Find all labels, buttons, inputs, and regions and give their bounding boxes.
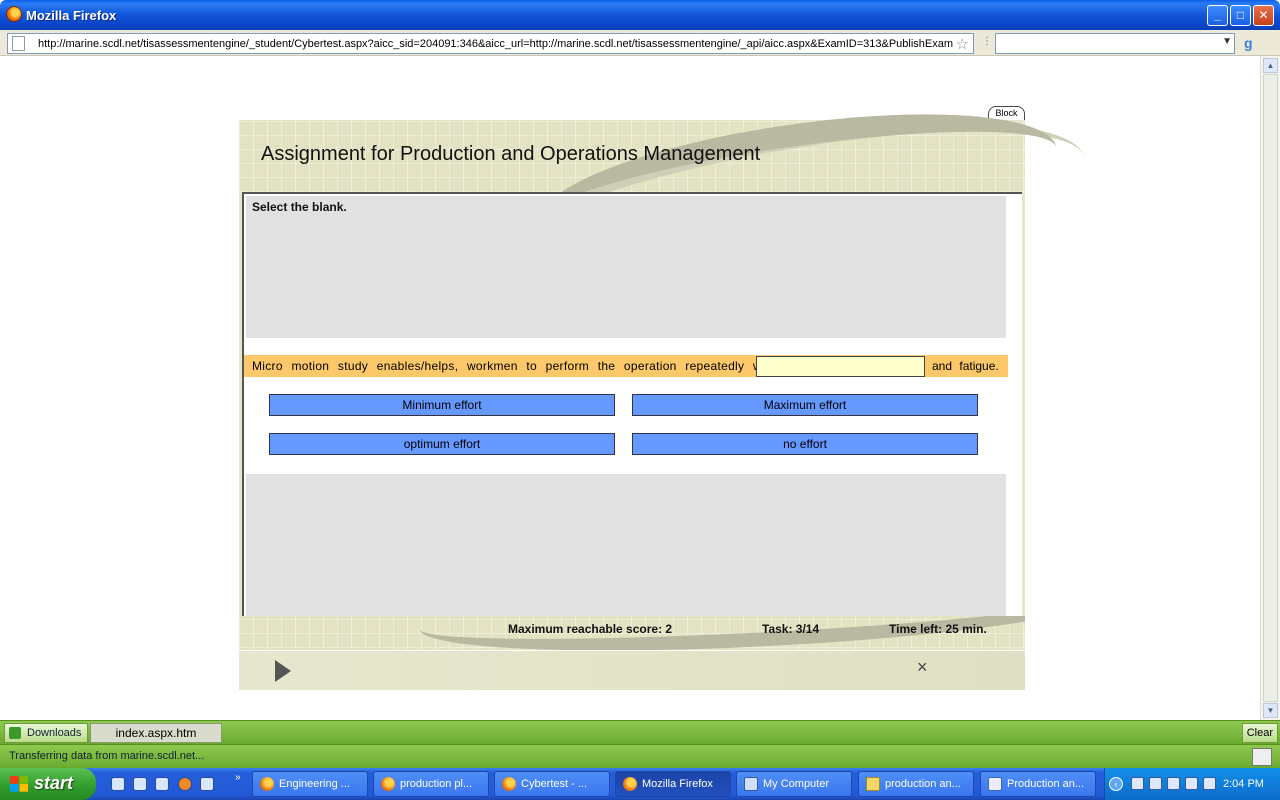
quicklaunch-more-icon[interactable]: » [235,772,241,783]
status-text: Transferring data from marine.scdl.net..… [9,750,205,762]
downloads-label: Downloads [27,727,82,739]
task-production-doc[interactable]: Production an... [980,771,1096,797]
maximize-button[interactable]: □ [1230,5,1251,26]
firefox-icon [502,777,516,791]
question-sentence: Micro motion study enables/helps, workme… [244,355,1008,377]
task-label: production an... [885,778,961,790]
exam-header: Assignment for Production and Operations… [239,88,1097,332]
question-area: Select the blank. Micro motion study ena… [242,192,1022,616]
window-title: Mozilla Firefox [26,8,117,23]
firefox-icon [6,6,22,22]
answer-feedback-box [246,474,1006,616]
start-label: start [34,773,74,793]
play-next-icon[interactable] [275,660,291,682]
task-label: production pl... [400,778,473,790]
vertical-scrollbar[interactable]: ▲ ▼ [1260,56,1280,720]
start-button[interactable]: start [0,768,96,800]
quicklaunch-browser-icon[interactable] [200,777,214,791]
quicklaunch-app-icon[interactable] [133,777,147,791]
close-window-button[interactable]: ✕ [1253,5,1274,26]
network-icon[interactable] [1131,777,1144,790]
task-label: Cybertest - ... [521,778,588,790]
url-bar[interactable]: http://marine.scdl.net/tisassessmentengi… [7,33,974,54]
search-input[interactable]: ▼ [995,33,1235,54]
exam-control-bar: × [239,650,1025,690]
question-text-after: and fatigue. [932,359,999,373]
downloads-bar: Downloads index.aspx.htm Clear [0,720,1280,744]
scroll-thumb[interactable] [1263,74,1278,702]
tray-app-icon[interactable] [1185,777,1198,790]
quicklaunch-media-icon[interactable] [155,777,169,791]
download-icon [9,727,21,739]
task-label: Production an... [1007,778,1085,790]
taskbar: start » Engineering ... production pl...… [0,768,1280,800]
task-counter: Task: 3/14 [762,622,820,636]
toolbar-separator-icon: ⋮ [982,36,992,47]
computer-icon [744,777,758,791]
option-maximum-effort[interactable]: Maximum effort [632,394,978,416]
system-tray: ‹ 2:04 PM [1104,768,1280,800]
status-panel-icon[interactable] [1252,748,1272,766]
task-production-pl[interactable]: production pl... [373,771,489,797]
max-score-label: Maximum reachable score: 2 [508,622,673,636]
page-icon [12,36,25,51]
tray-expand-icon[interactable]: ‹ [1109,777,1123,791]
close-exam-icon[interactable]: × [917,657,928,678]
download-item[interactable]: index.aspx.htm [90,723,222,743]
option-minimum-effort[interactable]: Minimum effort [269,394,615,416]
tray-app-icon[interactable] [1167,777,1180,790]
task-engineering[interactable]: Engineering ... [252,771,368,797]
scroll-up-icon[interactable]: ▲ [1263,58,1278,73]
window-title-bar[interactable]: Mozilla Firefox _ □ ✕ [0,0,1280,30]
navigation-toolbar: http://marine.scdl.net/tisassessmentengi… [0,30,1280,56]
firefox-icon [623,777,637,791]
task-my-computer[interactable]: My Computer [736,771,852,797]
folder-icon [866,777,880,791]
google-icon[interactable]: g [1244,35,1253,51]
search-dropdown-icon[interactable]: ▼ [1222,36,1232,47]
document-icon [988,777,1002,791]
clock[interactable]: 2:04 PM [1223,778,1264,790]
quicklaunch-firefox-icon[interactable] [178,777,192,791]
time-left: Time left: 25 min. [889,622,987,636]
task-label: Mozilla Firefox [642,778,713,790]
task-label: Engineering ... [279,778,350,790]
url-text: http://marine.scdl.net/tisassessmentengi… [38,38,954,50]
bookmark-star-icon[interactable]: ☆ [956,35,969,53]
quicklaunch-desktop-icon[interactable] [111,777,125,791]
blank-drop-field[interactable] [756,356,925,377]
task-cybertest[interactable]: Cybertest - ... [494,771,610,797]
windows-logo-icon [10,776,28,792]
task-mozilla-firefox[interactable]: Mozilla Firefox [615,771,731,797]
firefox-icon [260,777,274,791]
question-text-before: Micro motion study enables/helps, workme… [252,359,776,373]
status-bar: Transferring data from marine.scdl.net..… [0,744,1280,768]
instruction-box: Select the blank. [246,196,1006,338]
clear-downloads-button[interactable]: Clear [1241,723,1278,743]
minimize-button[interactable]: _ [1207,5,1228,26]
downloads-button[interactable]: Downloads [4,723,89,743]
firefox-icon [381,777,395,791]
exam-title: Assignment for Production and Operations… [261,143,761,165]
option-optimum-effort[interactable]: optimum effort [269,433,615,455]
task-production-folder[interactable]: production an... [858,771,974,797]
exam-footer: Maximum reachable score: 2 Task: 3/14 Ti… [239,616,1025,690]
exam-panel: Assignment for Production and Operations… [239,88,1097,690]
network-icon[interactable] [1149,777,1162,790]
antivirus-icon[interactable] [1203,777,1216,790]
option-no-effort[interactable]: no effort [632,433,978,455]
instruction-text: Select the blank. [252,200,347,214]
scroll-down-icon[interactable]: ▼ [1263,703,1278,718]
task-label: My Computer [763,778,830,790]
